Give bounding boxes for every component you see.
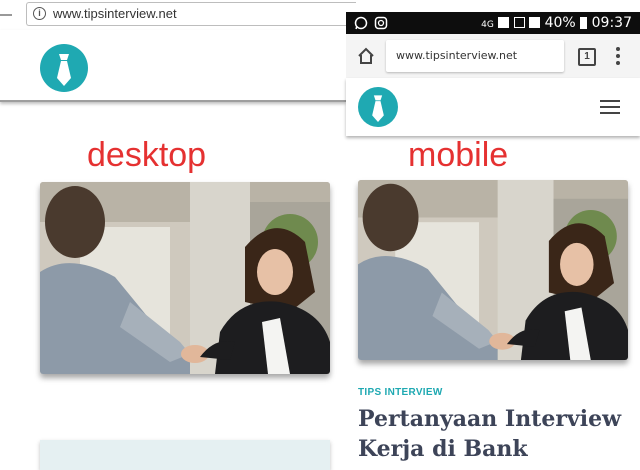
menu-dots-icon[interactable]	[616, 46, 620, 66]
mobile-url-text: www.tipsinterview.net	[396, 49, 518, 62]
instagram-icon	[374, 16, 388, 30]
mobile-caption: mobile	[408, 136, 509, 174]
desktop-next-article-card[interactable]	[40, 440, 330, 470]
whatsapp-icon	[354, 16, 368, 30]
desktop-site-header	[0, 30, 346, 102]
interview-handshake-photo	[358, 180, 628, 360]
wifi-icon	[498, 17, 510, 28]
status-readout: 4G 40% 09:37	[481, 15, 632, 33]
interview-handshake-photo	[40, 182, 330, 374]
clock: 09:37	[591, 15, 632, 31]
info-icon[interactable]: i	[33, 7, 46, 20]
desktop-caption: desktop	[87, 136, 207, 174]
home-icon[interactable]	[356, 46, 376, 66]
browser-frame-edge	[0, 14, 12, 16]
desktop-article-image[interactable]	[40, 182, 330, 374]
mobile-status-bar: 4G 40% 09:37	[346, 12, 640, 34]
battery-icon	[580, 17, 588, 29]
signal-icon	[513, 17, 525, 28]
tie-logo-icon[interactable]	[40, 44, 88, 92]
tie-logo-icon[interactable]	[358, 87, 398, 127]
tabs-icon[interactable]: 1	[578, 48, 596, 66]
hamburger-icon[interactable]	[600, 100, 620, 114]
battery-percent: 40%	[544, 15, 576, 31]
article-title-link[interactable]: Pertanyaan Interview Kerja di Bank	[358, 404, 638, 464]
desktop-url-text: www.tipsinterview.net	[53, 6, 177, 21]
signal-icon	[529, 17, 541, 28]
desktop-url-field[interactable]: i www.tipsinterview.net	[26, 2, 356, 26]
network-type: 4G	[481, 20, 494, 30]
mobile-browser-toolbar: www.tipsinterview.net 1	[346, 34, 640, 78]
article-category-link[interactable]: TIPS INTERVIEW	[358, 387, 443, 399]
mobile-url-field[interactable]: www.tipsinterview.net	[386, 40, 564, 72]
mobile-article-image[interactable]	[358, 180, 628, 360]
mobile-site-header	[346, 78, 640, 136]
desktop-address-bar: i www.tipsinterview.net	[0, 0, 356, 30]
